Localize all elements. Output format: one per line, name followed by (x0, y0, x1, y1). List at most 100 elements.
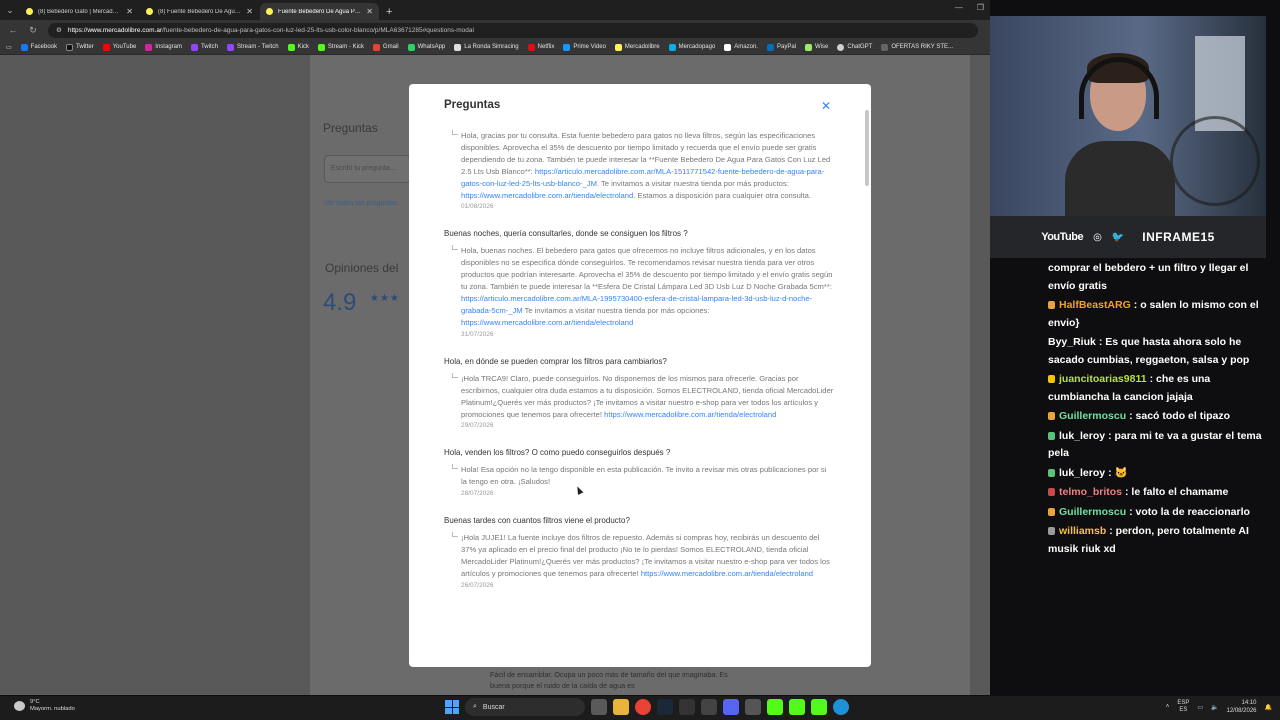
store-link[interactable]: https://www.mercadolibre.com.ar/tienda/e… (641, 569, 813, 578)
chat-message: williamsb: perdon, pero totalmente AI mu… (1048, 523, 1272, 558)
chat-overlay: comprar el bebdero + un filtro y llegar … (1048, 260, 1272, 560)
mercadolibre-icon (614, 43, 622, 51)
windows-start-icon[interactable] (445, 700, 459, 714)
answer-date: 28/07/2026 (461, 490, 494, 498)
bookmark-paypal[interactable]: PayPal (766, 43, 796, 51)
kick-icon (287, 43, 295, 51)
browser-tab-1[interactable]: (8) Bebedero Gato | MercadoLibre ✕ (20, 3, 139, 20)
bookmarks-menu-icon[interactable]: ▭ (6, 44, 12, 51)
kick-icon[interactable] (811, 699, 827, 715)
maximize-icon[interactable]: ❐ (977, 3, 984, 12)
tab-list-menu-icon[interactable]: ⌄ (0, 0, 20, 20)
steam-icon[interactable] (657, 699, 673, 715)
browser-tab-2[interactable]: (8) Fuente Bebedero De Agua Para Gatos ✕ (140, 3, 259, 20)
browser-tab-3-active[interactable]: Fuente Bebedero De Agua Para Gatos ✕ (260, 3, 379, 20)
see-all-questions-link[interactable]: Ver todas las preguntas (324, 200, 398, 207)
volume-icon[interactable]: 🔈 (1211, 704, 1218, 711)
question-text: Buenas tardes con cuantos filtros viene … (444, 516, 630, 526)
bookmark-stream-twitch[interactable]: Stream - Twitch (226, 43, 279, 51)
bookmark-youtube[interactable]: YouTube (102, 43, 136, 51)
kick-icon[interactable] (767, 699, 783, 715)
bookmark-chatgpt[interactable]: ChatGPT (837, 43, 872, 51)
bookmark-kick[interactable]: Kick (287, 43, 309, 51)
x-twitter-icon (66, 43, 74, 51)
chat-username: williamsb (1059, 525, 1107, 537)
chat-badge-icon (1048, 412, 1055, 420)
chatgpt-icon (837, 43, 845, 51)
bookmark-ofertas[interactable]: OFERTAS RIKY STE... (881, 43, 953, 51)
reply-elbow-icon (452, 130, 458, 135)
qa-item: Hola, venden los filtros? O como puedo c… (444, 447, 834, 497)
url-field[interactable]: ⚙ https://www.mercadolibre.com.ar/fuente… (48, 22, 978, 38)
twitter-bird-icon: 🐦 (1111, 231, 1125, 243)
chat-message: comprar el bebdero + un filtro y llegar … (1048, 260, 1272, 295)
tab-close-icon[interactable]: ✕ (126, 7, 133, 16)
back-icon[interactable]: ← (8, 25, 18, 35)
tab-close-icon[interactable]: ✕ (366, 7, 373, 16)
minimize-icon[interactable]: — (955, 3, 963, 12)
bookmark-netflix[interactable]: Netflix (527, 43, 554, 51)
modal-scrollbar[interactable] (865, 110, 869, 186)
app-icon[interactable] (679, 699, 695, 715)
reload-icon[interactable]: ↻ (28, 25, 38, 36)
answer-block: ¡Hola TRCA9! Claro, puede conseguirlos. … (444, 372, 834, 429)
site-info-icon[interactable]: ⚙ (56, 26, 62, 34)
bookmark-la-ronda[interactable]: La Ronda Simracing (454, 43, 519, 51)
address-bar: ← ↻ ⚙ https://www.mercadolibre.com.ar/fu… (0, 20, 990, 40)
clock[interactable]: 14:10 12/08/2026 (1226, 699, 1256, 715)
language-indicator[interactable]: ESP ES (1177, 700, 1189, 714)
answer-text: Hola! Esa opción no la tengo disponible … (461, 465, 827, 487)
answer-date: 31/07/2026 (461, 330, 494, 338)
edge-icon[interactable] (833, 699, 849, 715)
drum-kit (1170, 116, 1260, 206)
chat-message: telmo_britos: le falto el chamame (1048, 484, 1272, 502)
bookmark-stream-kick[interactable]: Stream - Kick (317, 43, 364, 51)
chat-badge-icon (1048, 375, 1055, 383)
notifications-icon[interactable]: 🔔 (1265, 704, 1272, 711)
question-text: Hola, venden los filtros? O como puedo c… (444, 448, 671, 458)
social-bar: YouTube ◎ 🐦 INFRAME15 (990, 216, 1266, 258)
weather-desc: Mayorm. nublado (30, 706, 75, 712)
chrome-icon[interactable] (635, 699, 651, 715)
bookmark-whatsapp[interactable]: WhatsApp (407, 43, 445, 51)
taskbar-search[interactable]: ⌕ Buscar (465, 698, 585, 716)
bookmark-facebook[interactable]: Facebook (20, 43, 57, 51)
new-tab-icon[interactable]: + (386, 3, 392, 20)
network-icon[interactable]: ▭ (1197, 704, 1203, 711)
question-text: Hola, en dónde se pueden comprar los fil… (444, 356, 667, 366)
app-icon[interactable] (745, 699, 761, 715)
bookmark-gmail[interactable]: Gmail (372, 43, 399, 51)
task-view-icon[interactable] (591, 699, 607, 715)
store-link[interactable]: https://www.mercadolibre.com.ar/tienda/e… (461, 318, 633, 327)
answer-block: Hola, buenas noches. El bebedero para ga… (444, 245, 834, 338)
browser-tab-bar: ⌄ (8) Bebedero Gato | MercadoLibre ✕ (8)… (0, 0, 990, 20)
bookmark-mercadolibre[interactable]: Mercadolibre (614, 43, 660, 51)
app-icon[interactable] (701, 699, 717, 715)
chat-badge-icon (1048, 527, 1055, 535)
chat-text: : 🐱 (1108, 466, 1128, 479)
bookmark-wise[interactable]: Wise (805, 43, 828, 51)
store-link[interactable]: https://www.mercadolibre.com.ar/tienda/e… (461, 191, 633, 200)
file-explorer-icon[interactable] (613, 699, 629, 715)
weather-widget[interactable]: 9°C Mayorm. nublado (14, 699, 75, 713)
bookmark-instagram[interactable]: Instagram (145, 43, 182, 51)
whatsapp-icon (407, 43, 415, 51)
discord-icon[interactable] (723, 699, 739, 715)
netflix-icon (527, 43, 535, 51)
bookmark-twitch[interactable]: Twitch (190, 43, 218, 51)
rating-value: 4.9 (323, 289, 357, 316)
chat-text: : voto la de reaccionarlo (1129, 505, 1250, 518)
kick-icon[interactable] (789, 699, 805, 715)
tray-chevron-icon[interactable]: ˄ (1166, 704, 1170, 710)
bookmark-twitter[interactable]: Twitter (66, 43, 94, 51)
bookmark-prime-video[interactable]: Prime Video (563, 43, 606, 51)
question-input[interactable]: Escribí tu pregunta... (324, 155, 410, 183)
bookmark-amazon[interactable]: Amazon. (724, 43, 758, 51)
answer-block: ¡Hola JUJE1! La fuente incluye dos filtr… (444, 532, 834, 589)
tab-close-icon[interactable]: ✕ (246, 7, 253, 16)
bookmark-mercadopago[interactable]: Mercadopago (668, 43, 715, 51)
mercadolibre-favicon-icon (26, 8, 33, 15)
rating-stars-icon: ★★★ (370, 293, 400, 304)
store-link[interactable]: https://www.mercadolibre.com.ar/tienda/e… (604, 410, 776, 419)
close-icon[interactable]: ✕ (821, 99, 831, 113)
